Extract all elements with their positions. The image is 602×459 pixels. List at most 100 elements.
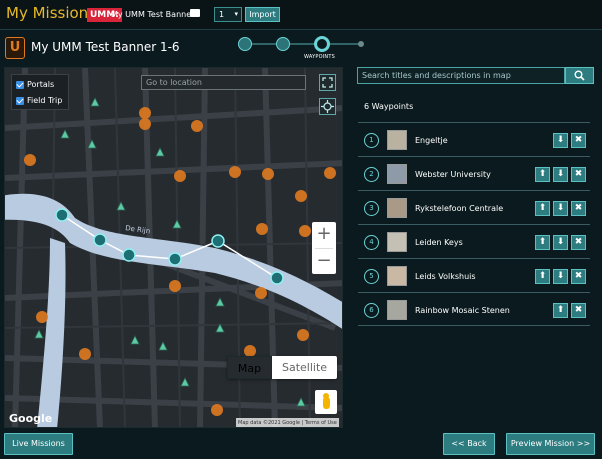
import-button[interactable]: Import (245, 7, 280, 22)
waypoint-number: 5 (364, 269, 379, 284)
waypoint-thumbnail (387, 198, 407, 218)
banner-select[interactable]: My UMM Test Banner (111, 8, 201, 22)
waypoint-row[interactable]: 3 Rykstelefoon Centrale ⬆ ⬇ ✖ (358, 190, 590, 224)
top-bar: My Missions UMM: My UMM Test Banner 1 ▾ … (0, 0, 602, 30)
layer-portals-label: Portals (27, 80, 55, 89)
delete-button[interactable]: ✖ (571, 133, 586, 148)
step-line (246, 43, 361, 45)
mission-number-select[interactable]: 1 ▾ (214, 7, 242, 22)
step-label: WAYPOINTS (304, 54, 335, 60)
close-icon: ✖ (574, 169, 583, 179)
waypoint-row[interactable]: 5 Leids Volkshuis ⬆ ⬇ ✖ (358, 258, 590, 292)
step-1-dot[interactable] (238, 37, 252, 51)
waypoint-name: Webster University (415, 170, 491, 179)
step-3-dot[interactable] (314, 36, 330, 52)
search-button[interactable] (565, 67, 594, 84)
folder-icon[interactable] (190, 9, 200, 17)
close-icon: ✖ (574, 203, 583, 213)
move-down-button[interactable]: ⬇ (553, 167, 568, 182)
map-layer-toggle: Portals Field Trip (11, 74, 69, 110)
delete-button[interactable]: ✖ (571, 167, 586, 182)
mission-title: My UMM Test Banner 1-6 (31, 40, 180, 54)
locate-button[interactable] (319, 98, 336, 115)
waypoint-thumbnail (387, 130, 407, 150)
waypoint-number: 3 (364, 201, 379, 216)
back-button[interactable]: << Back (443, 433, 495, 455)
move-down-button[interactable]: ⬇ (553, 235, 568, 250)
delete-button[interactable]: ✖ (571, 269, 586, 284)
fullscreen-icon (322, 77, 333, 88)
map-type-satellite-button[interactable]: Satellite (272, 356, 337, 379)
move-down-button[interactable]: ⬇ (553, 201, 568, 216)
pegman-body (323, 397, 330, 409)
waypoint-name: Engeltje (415, 136, 448, 145)
arrow-down-icon: ⬇ (556, 203, 565, 213)
zoom-in-button[interactable]: + (312, 222, 336, 248)
map-view[interactable]: De Rijn Portals Field Trip Go to locatio… (4, 67, 343, 428)
delete-button[interactable]: ✖ (571, 235, 586, 250)
arrow-up-icon: ⬆ (538, 169, 547, 179)
delete-button[interactable]: ✖ (571, 303, 586, 318)
arrow-down-icon: ⬇ (556, 237, 565, 247)
layer-field-trip-label: Field Trip (27, 96, 63, 105)
live-missions-button[interactable]: Live Missions (4, 433, 73, 455)
checkbox-field-trip[interactable] (16, 96, 24, 105)
waypoint-thumbnail (387, 232, 407, 252)
arrow-down-icon: ⬇ (556, 169, 565, 179)
waypoint-row[interactable]: 2 Webster University ⬆ ⬇ ✖ (358, 156, 590, 190)
zoom-out-button[interactable]: − (312, 249, 336, 275)
google-logo: Google (9, 412, 53, 425)
move-up-button[interactable]: ⬆ (535, 269, 550, 284)
waypoint-name: Rainbow Mosaic Stenen (415, 306, 510, 315)
move-up-button[interactable]: ⬆ (535, 167, 550, 182)
waypoint-number: 2 (364, 167, 379, 182)
close-icon: ✖ (574, 305, 583, 315)
waypoint-name: Rykstelefoon Centrale (415, 204, 504, 213)
go-to-location-input[interactable]: Go to location (141, 75, 306, 90)
app-title: My Missions (6, 4, 96, 22)
mission-logo-icon: U (5, 37, 25, 59)
step-progress: WAYPOINTS (238, 36, 368, 64)
close-icon: ✖ (574, 271, 583, 281)
waypoint-thumbnail (387, 164, 407, 184)
checkbox-portals[interactable] (16, 80, 24, 89)
move-up-button[interactable]: ⬆ (553, 303, 568, 318)
close-icon: ✖ (574, 135, 583, 145)
map-type-map-button[interactable]: Map (227, 356, 272, 379)
arrow-up-icon: ⬆ (538, 271, 547, 281)
preview-mission-button[interactable]: Preview Mission >> (506, 433, 595, 455)
waypoint-thumbnail (387, 300, 407, 320)
search-icon (574, 70, 585, 81)
move-down-button[interactable]: ⬇ (553, 269, 568, 284)
delete-button[interactable]: ✖ (571, 201, 586, 216)
move-up-button[interactable]: ⬆ (535, 235, 550, 250)
layer-portals[interactable]: Portals (16, 78, 54, 92)
zoom-control: + − (312, 222, 336, 274)
crosshair-icon (321, 100, 334, 113)
fullscreen-button[interactable] (319, 74, 336, 91)
close-icon: ✖ (574, 237, 583, 247)
arrow-up-icon: ⬆ (538, 203, 547, 213)
arrow-down-icon: ⬇ (556, 271, 565, 281)
waypoint-number: 6 (364, 303, 379, 318)
pegman-icon[interactable] (315, 390, 337, 414)
waypoint-count: 6 Waypoints (364, 102, 414, 111)
step-4-dot[interactable] (358, 41, 364, 47)
waypoint-thumbnail (387, 266, 407, 286)
waypoint-list: 1 Engeltje ⬇ ✖ 2 Webster University ⬆ ⬇ … (358, 122, 590, 326)
map-type-control: Map Satellite (227, 356, 337, 379)
mission-number-value: 1 (219, 10, 225, 19)
waypoint-row[interactable]: 1 Engeltje ⬇ ✖ (358, 122, 590, 156)
waypoint-row[interactable]: 6 Rainbow Mosaic Stenen ⬆ ✖ (358, 292, 590, 326)
move-down-button[interactable]: ⬇ (553, 133, 568, 148)
arrow-down-icon: ⬇ (556, 135, 565, 145)
waypoint-name: Leiden Keys (415, 238, 463, 247)
move-up-button[interactable]: ⬆ (535, 201, 550, 216)
waypoint-number: 1 (364, 133, 379, 148)
step-2-dot[interactable] (276, 37, 290, 51)
waypoint-name: Leids Volkshuis (415, 272, 476, 281)
map-attribution[interactable]: Map data ©2021 Google | Terms of Use (236, 418, 339, 427)
waypoint-row[interactable]: 4 Leiden Keys ⬆ ⬇ ✖ (358, 224, 590, 258)
layer-field-trip[interactable]: Field Trip (16, 94, 62, 108)
search-input[interactable]: Search titles and descriptions in map (357, 67, 565, 84)
